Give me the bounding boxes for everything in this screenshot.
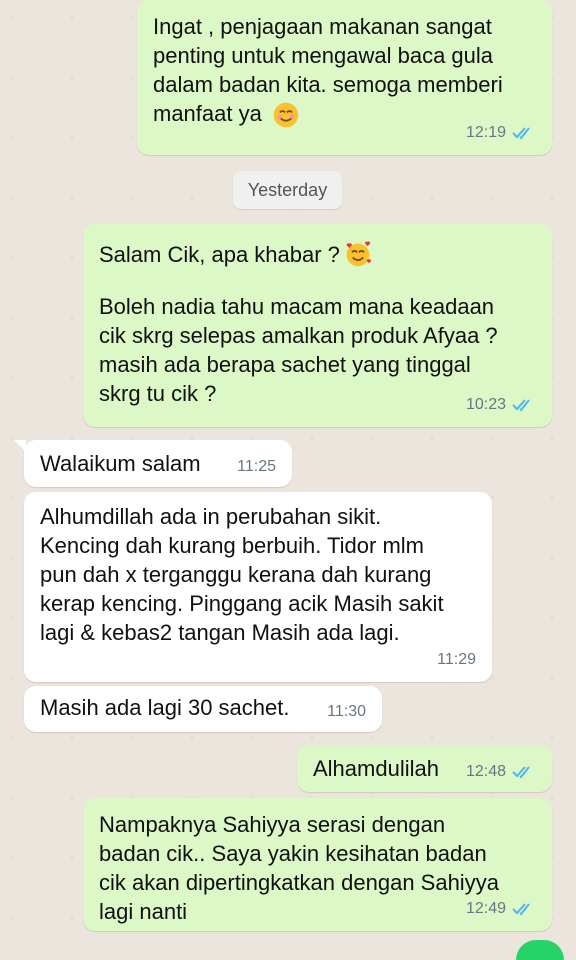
bottom-edge — [0, 940, 576, 948]
message-meta: 11:30 — [327, 697, 366, 726]
message-greeting-line: Salam Cik, apa khabar ? — [99, 238, 536, 270]
message-text: Alhumdillah ada in perubahan sikit. Kenc… — [40, 504, 444, 645]
message-meta: 12:19 — [466, 118, 536, 147]
message-meta: 12:49 — [466, 894, 536, 923]
message-bubble-outgoing[interactable]: Salam Cik, apa khabar ? Boleh nadia tahu… — [83, 224, 552, 427]
read-ticks-icon — [512, 126, 530, 139]
message-bubble-incoming[interactable]: Walaikum salam 11:25 — [24, 440, 292, 487]
message-time: 11:30 — [327, 703, 366, 720]
message-meta: 10:23 — [466, 390, 536, 419]
message-bubble-outgoing[interactable]: Nampaknya Sahiyya serasi dengan badan ci… — [83, 798, 552, 931]
date-separator-label: Yesterday — [247, 179, 328, 200]
message-meta: 12:48 — [466, 757, 536, 786]
message-text: Walaikum salam — [40, 451, 201, 476]
message-meta: 11:29 — [437, 645, 476, 674]
message-time: 12:49 — [465, 900, 506, 917]
smiling-face-icon — [273, 102, 299, 128]
message-text: Salam Cik, apa khabar ? — [99, 241, 340, 267]
message-text: Ingat , penjagaan makanan sangat penting… — [153, 14, 503, 126]
message-meta: 11:25 — [237, 452, 276, 481]
message-bubble-outgoing[interactable]: Alhamdulilah 12:48 — [297, 745, 552, 792]
message-time: 11:29 — [437, 651, 476, 668]
smiling-face-with-hearts-icon — [346, 241, 372, 267]
message-bubble-incoming[interactable]: Alhumdillah ada in perubahan sikit. Kenc… — [24, 492, 492, 682]
message-time: 12:19 — [465, 124, 506, 141]
message-time: 11:25 — [237, 458, 276, 475]
date-separator: Yesterday — [233, 171, 342, 209]
message-bubble-outgoing[interactable]: Ingat , penjagaan makanan sangat penting… — [137, 0, 552, 155]
read-ticks-icon — [512, 765, 530, 778]
message-text: Alhamdulilah — [313, 756, 439, 781]
message-time: 12:48 — [465, 763, 506, 780]
read-ticks-icon — [512, 398, 530, 411]
read-ticks-icon — [512, 902, 530, 915]
message-bubble-incoming[interactable]: Masih ada lagi 30 sachet. 11:30 — [24, 686, 382, 732]
message-text: Masih ada lagi 30 sachet. — [40, 695, 290, 720]
message-time: 10:23 — [465, 396, 506, 413]
